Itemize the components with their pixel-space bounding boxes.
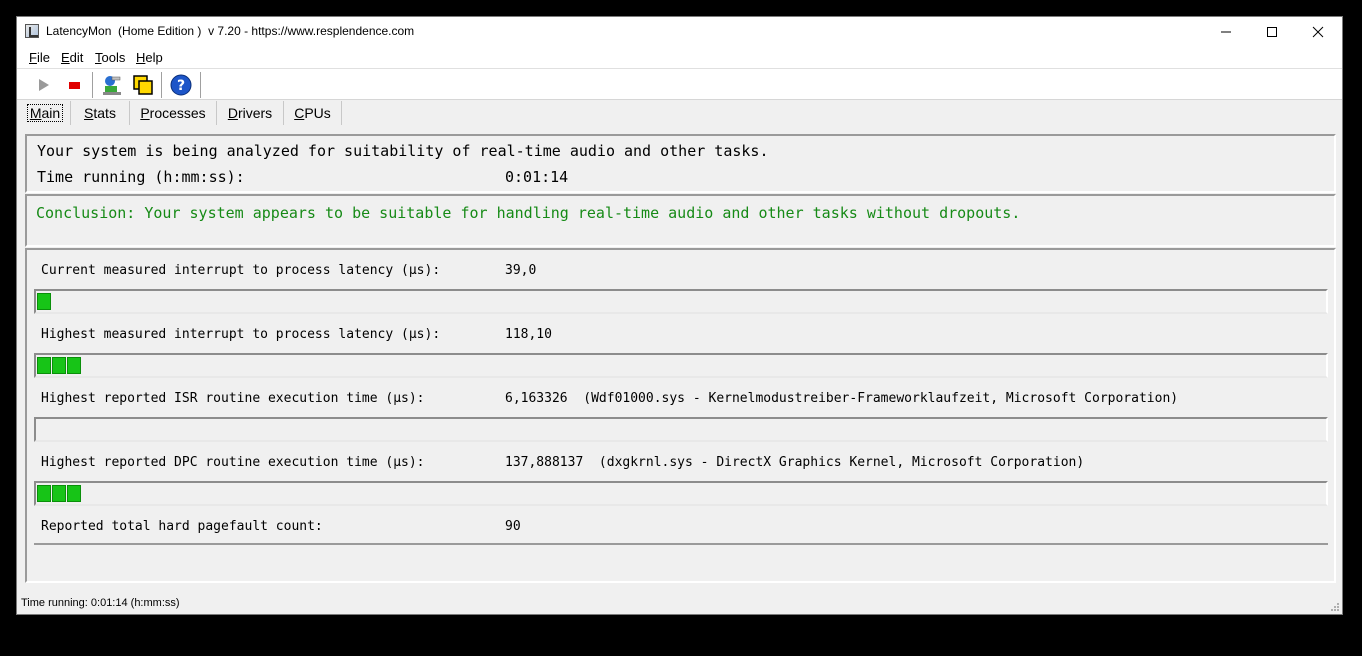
metric-value: 90 [505,519,521,534]
minimize-icon [1221,31,1231,32]
status-panel: Your system is being analyzed for suitab… [25,134,1336,193]
maximize-icon [1267,26,1277,37]
menu-edit[interactable]: Edit [61,50,83,65]
latency-bar-segment [52,357,66,374]
time-running-value: 0:01:14 [505,168,569,186]
toolbar: ? [17,69,1342,100]
title-bar[interactable]: LatencyMon (Home Edition ) v 7.20 - http… [17,17,1342,46]
metric-label: Highest measured interrupt to process la… [41,327,441,342]
tab-strip: Main Stats Processes Drivers C PUs [17,100,1342,126]
latency-bar [34,481,1328,506]
pagefault-divider [34,543,1328,545]
play-icon [39,79,49,91]
time-running-label: Time running (h:mm:ss): [37,168,245,186]
help-button[interactable]: ? [169,73,193,97]
start-button[interactable] [31,73,55,97]
status-bar: Time running: 0:01:14 (h:mm:ss) [17,592,1342,614]
latency-bar-segment [37,293,51,310]
latency-bar [34,417,1328,442]
conclusion-text: Conclusion: Your system appears to be su… [36,204,1021,222]
tab-main[interactable]: Main [20,101,71,125]
metric-value: 39,0 [505,263,537,278]
app-icon [25,24,39,38]
close-button[interactable] [1295,17,1341,46]
stop-icon [69,82,80,89]
resize-grip-icon[interactable] [1330,602,1340,612]
metric-label: Highest reported ISR routine execution t… [41,391,425,406]
latency-bar-segment [37,357,51,374]
metric-value: 6,163326 (Wdf01000.sys - Kernelmodustrei… [505,391,1179,406]
svg-text:?: ? [177,78,185,94]
menu-tools[interactable]: Tools [95,50,125,65]
latency-bar [34,289,1328,314]
metric-value: 118,10 [505,327,552,342]
tab-cpus[interactable]: C PUs [284,101,342,125]
metric-label: Reported total hard pagefault count: [41,519,323,534]
menu-help[interactable]: Help [136,50,163,65]
maximize-button[interactable] [1249,17,1295,46]
metric-value: 137,888137 (dxgkrnl.sys - DirectX Graphi… [505,455,1085,470]
app-window: LatencyMon (Home Edition ) v 7.20 - http… [16,16,1343,615]
analysis-status-text: Your system is being analyzed for suitab… [37,142,769,160]
stop-button[interactable] [62,73,86,97]
menu-bar: File Edit Tools Help [17,46,1342,69]
toolbar-separator [92,72,93,98]
metrics-panel: Current measured interrupt to process la… [25,248,1336,583]
help-icon: ? [170,74,192,96]
window-title: LatencyMon (Home Edition ) v 7.20 - http… [46,24,415,38]
latency-bar-segment [67,485,81,502]
toolbar-separator [200,72,201,98]
menu-file[interactable]: File [29,50,50,65]
tab-drivers[interactable]: Drivers [217,101,284,125]
minimize-button[interactable] [1203,17,1249,46]
windows-button[interactable] [131,73,155,97]
latency-bar-segment [67,357,81,374]
drivers-button[interactable] [100,73,124,97]
windows-icon [133,75,153,95]
metric-label: Highest reported DPC routine execution t… [41,455,425,470]
status-bar-text: Time running: 0:01:14 (h:mm:ss) [21,597,180,609]
tab-processes[interactable]: Processes [130,101,217,125]
metric-label: Current measured interrupt to process la… [41,263,441,278]
close-icon [1312,26,1324,37]
conclusion-panel: Conclusion: Your system appears to be su… [25,194,1336,247]
latency-bar-segment [52,485,66,502]
tab-stats[interactable]: Stats [71,101,130,125]
toolbar-separator [161,72,162,98]
latency-bar-segment [37,485,51,502]
latency-bar [34,353,1328,378]
driver-icon [103,76,121,95]
